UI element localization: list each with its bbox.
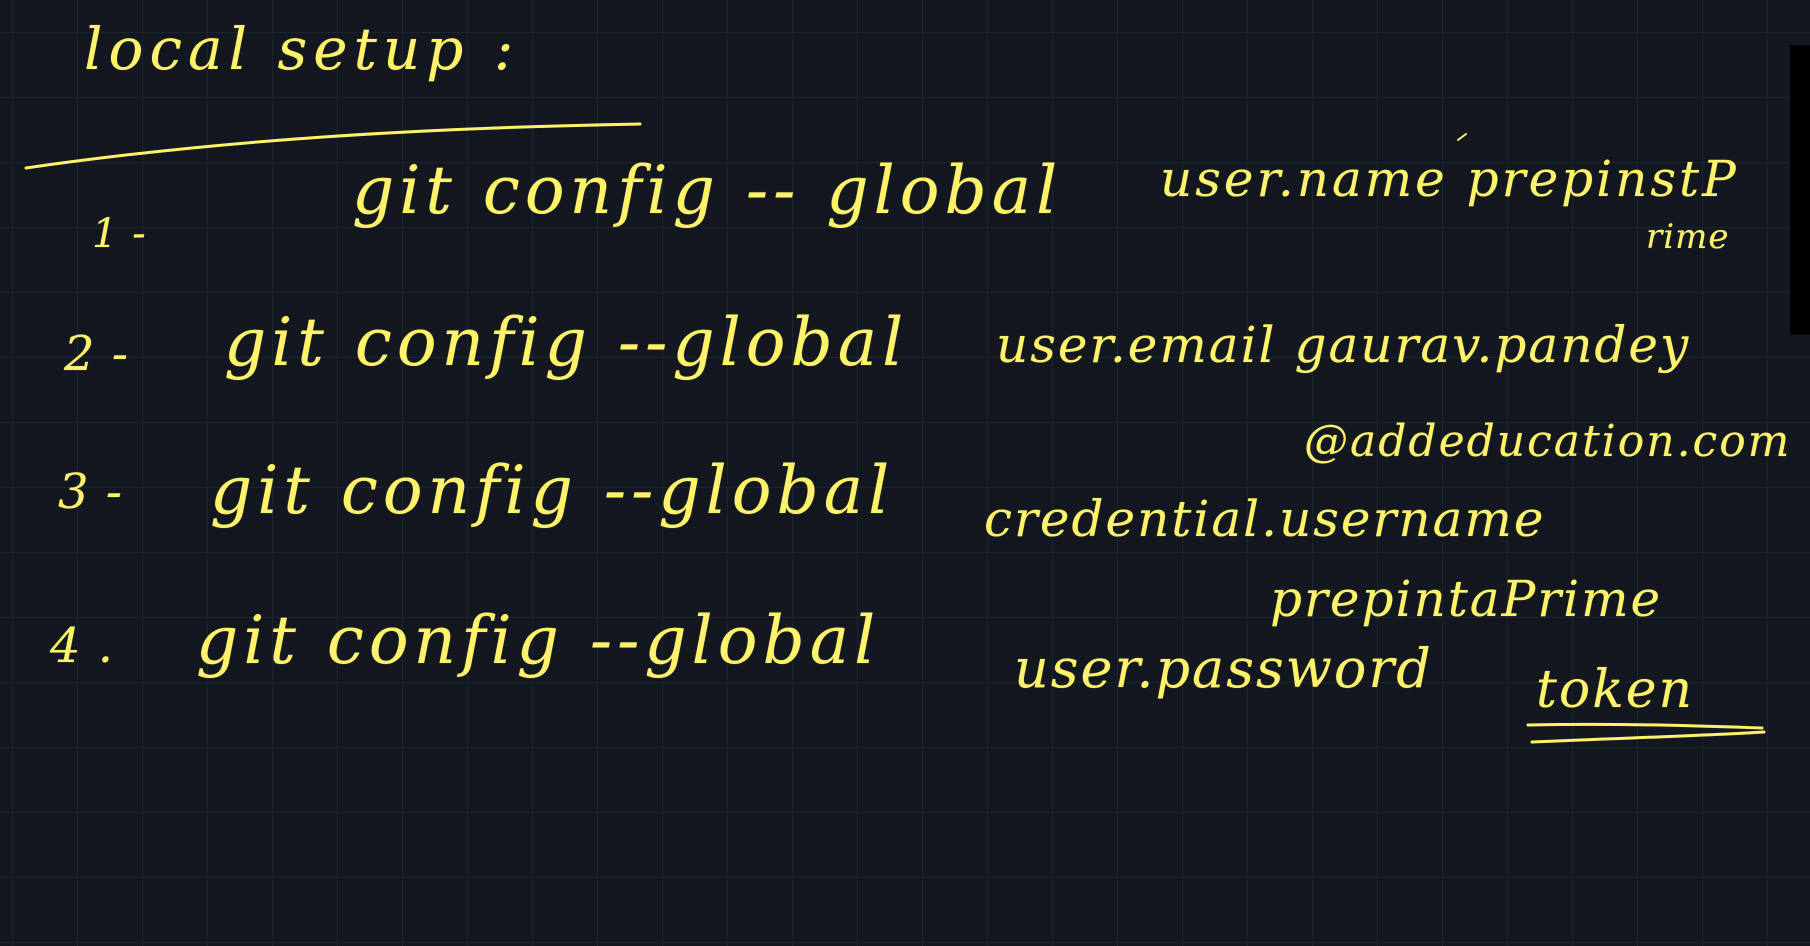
token-underline-second xyxy=(1530,730,1766,744)
line-1-value: user.name prepinstP xyxy=(1160,150,1739,208)
line-1-number: 1 - xyxy=(92,211,147,257)
line-1-command: git config -- global xyxy=(352,152,1063,229)
whiteboard-canvas: local setup : 1 - git config -- global u… xyxy=(0,0,1810,946)
cursor-indicator xyxy=(1790,45,1810,335)
line-4-command: git config --global xyxy=(196,602,881,679)
line-3-value-continuation: prepintaPrime xyxy=(1270,570,1663,628)
line-2-value-continuation: @addeducation.com xyxy=(1304,416,1792,467)
line-3-value: credential.username xyxy=(984,490,1546,548)
board-title: local setup : xyxy=(84,15,520,83)
token-underline xyxy=(1526,722,1764,730)
line-1-value-continuation: rime xyxy=(1646,217,1730,257)
line-4-value: user.password xyxy=(1014,637,1433,700)
line-3-command: git config --global xyxy=(210,452,895,529)
line-4-number: 4 . xyxy=(50,618,115,674)
line-4-token: token xyxy=(1536,660,1694,720)
line-3-number: 3 - xyxy=(58,464,124,520)
line-2-number: 2 - xyxy=(64,326,130,382)
pen-tick-mark xyxy=(1457,133,1467,141)
line-2-value: user.email gaurav.pandey xyxy=(996,316,1691,374)
line-2-command: git config --global xyxy=(224,304,909,381)
